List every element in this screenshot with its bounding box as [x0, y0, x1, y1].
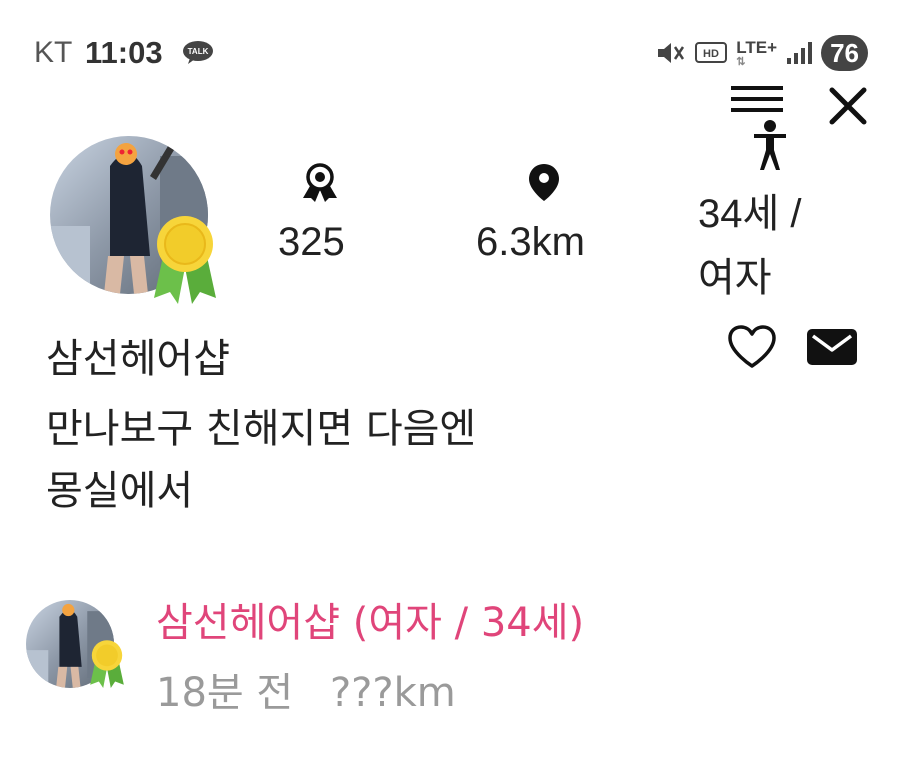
svg-text:HD: HD	[703, 48, 719, 60]
post-meta: 18분 전 ???km	[156, 660, 456, 718]
network-label: LTE+	[736, 38, 778, 57]
bio-line-2: 몽실에서	[46, 468, 194, 514]
hd-voice-icon: HD	[695, 42, 728, 63]
carrier-label: KT	[34, 36, 73, 69]
bio-text: 만나보구 친해지면 다음엔 몽실에서	[46, 398, 646, 522]
clock: 11:03	[85, 35, 163, 70]
network-indicator: LTE+ ⇅	[736, 38, 778, 68]
medal-icon	[303, 163, 337, 202]
svg-text:TALK: TALK	[188, 47, 209, 56]
nickname: 삼선헤어샵	[46, 336, 230, 382]
close-icon[interactable]	[826, 84, 870, 128]
medal-badge-icon	[154, 216, 216, 304]
post-distance: ???km	[329, 670, 456, 716]
points-value: 325	[278, 220, 345, 264]
age-gender: 34세 / 여자	[698, 182, 838, 310]
menu-person-icon[interactable]	[726, 86, 788, 170]
bio-line-1: 만나보구 친해지면 다음엔	[46, 406, 477, 452]
post-title[interactable]: 삼선헤어샵 (여자 / 34세)	[156, 590, 584, 648]
small-medal-icon	[90, 640, 124, 688]
post-time: 18분 전	[156, 670, 294, 716]
location-pin-icon	[529, 164, 559, 201]
age-label: 34세 /	[698, 192, 802, 236]
distance-value: 6.3km	[476, 220, 585, 264]
battery-indicator: 76	[821, 35, 868, 71]
gender-label: 여자	[698, 256, 772, 300]
mail-icon[interactable]	[806, 328, 858, 366]
kakao-talk-icon: TALK	[183, 41, 213, 64]
status-icons: HD LTE+ ⇅ 76	[656, 33, 868, 73]
heart-icon[interactable]	[726, 324, 778, 370]
mute-icon	[658, 43, 685, 63]
signal-icon	[787, 42, 813, 64]
